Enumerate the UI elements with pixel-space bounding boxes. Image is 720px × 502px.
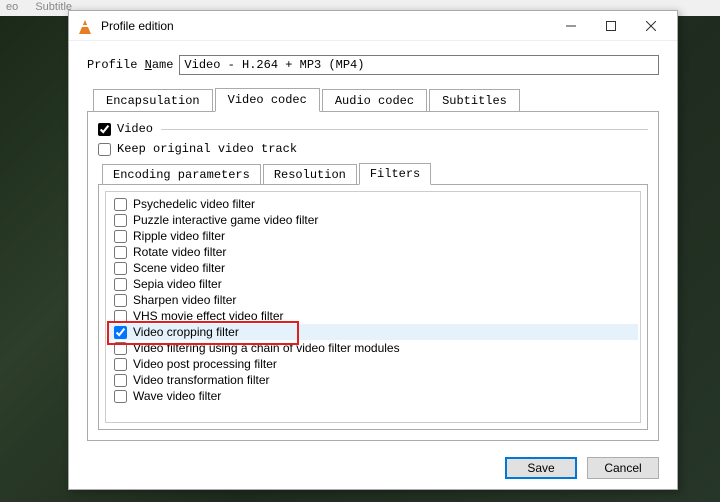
filter-item[interactable]: Wave video filter (108, 388, 638, 404)
titlebar[interactable]: Profile edition (69, 11, 677, 41)
filter-checkbox[interactable] (114, 310, 127, 323)
filter-checkbox[interactable] (114, 278, 127, 291)
filter-item[interactable]: Scene video filter (108, 260, 638, 276)
filter-checkbox[interactable] (114, 246, 127, 259)
tab-filters[interactable]: Filters (359, 163, 431, 185)
tab-resolution[interactable]: Resolution (263, 164, 357, 185)
tab-encapsulation[interactable]: Encapsulation (93, 89, 213, 112)
close-button[interactable] (631, 12, 671, 40)
filter-label: Video cropping filter (133, 325, 239, 339)
filter-checkbox[interactable] (114, 358, 127, 371)
filter-label: Wave video filter (133, 389, 221, 403)
filter-item[interactable]: Psychedelic video filter (108, 196, 638, 212)
tab-video-codec[interactable]: Video codec (215, 88, 320, 112)
profile-name-label: Profile Name (87, 58, 173, 72)
tab-encoding-parameters[interactable]: Encoding parameters (102, 164, 261, 185)
filter-checkbox[interactable] (114, 326, 127, 339)
bg-menu-item: Subtitle (35, 1, 72, 13)
filter-label: VHS movie effect video filter (133, 309, 284, 323)
filter-label: Sepia video filter (133, 277, 222, 291)
window-title: Profile edition (101, 19, 551, 33)
save-button[interactable]: Save (505, 457, 577, 479)
video-sub-tabs: Encoding parameters Resolution Filters (98, 162, 648, 184)
filter-label: Video filtering using a chain of video f… (133, 341, 400, 355)
filter-item[interactable]: Sharpen video filter (108, 292, 638, 308)
maximize-button[interactable] (591, 12, 631, 40)
filter-item[interactable]: Sepia video filter (108, 276, 638, 292)
tab-audio-codec[interactable]: Audio codec (322, 89, 427, 112)
profile-name-input[interactable] (179, 55, 659, 75)
filter-item[interactable]: Video post processing filter (108, 356, 638, 372)
filters-panel: Psychedelic video filter Puzzle interacti… (98, 184, 648, 430)
filter-label: Puzzle interactive game video filter (133, 213, 318, 227)
filter-label: Video post processing filter (133, 357, 277, 371)
filter-label: Psychedelic video filter (133, 197, 255, 211)
filter-label: Ripple video filter (133, 229, 225, 243)
filter-label: Scene video filter (133, 261, 225, 275)
filter-checkbox[interactable] (114, 294, 127, 307)
filter-item[interactable]: Ripple video filter (108, 228, 638, 244)
codec-tabs: Encapsulation Video codec Audio codec Su… (87, 87, 659, 111)
divider (161, 129, 648, 130)
filter-item[interactable]: Puzzle interactive game video filter (108, 212, 638, 228)
filters-list[interactable]: Psychedelic video filter Puzzle interacti… (105, 191, 641, 423)
filter-checkbox[interactable] (114, 390, 127, 403)
filter-checkbox[interactable] (114, 214, 127, 227)
filter-checkbox[interactable] (114, 342, 127, 355)
filter-checkbox[interactable] (114, 262, 127, 275)
keep-original-checkbox[interactable] (98, 143, 111, 156)
cancel-button[interactable]: Cancel (587, 457, 659, 479)
tab-subtitles[interactable]: Subtitles (429, 89, 520, 112)
bg-menu-item: eo (6, 1, 18, 13)
keep-original-label: Keep original video track (117, 142, 297, 156)
filter-label: Rotate video filter (133, 245, 226, 259)
minimize-button[interactable] (551, 12, 591, 40)
filter-item[interactable]: Video filtering using a chain of video f… (108, 340, 638, 356)
profile-edition-dialog: Profile edition Profile Name Encapsulati… (68, 10, 678, 490)
filter-checkbox[interactable] (114, 374, 127, 387)
filter-label: Video transformation filter (133, 373, 270, 387)
filter-item[interactable]: VHS movie effect video filter (108, 308, 638, 324)
filter-item[interactable]: Video transformation filter (108, 372, 638, 388)
filter-checkbox[interactable] (114, 230, 127, 243)
filter-item[interactable]: Rotate video filter (108, 244, 638, 260)
filter-checkbox[interactable] (114, 198, 127, 211)
filter-label: Sharpen video filter (133, 293, 236, 307)
video-codec-panel: Video Keep original video track Encoding… (87, 111, 659, 441)
filter-item[interactable]: Video cropping filter (108, 324, 638, 340)
video-label: Video (117, 122, 153, 136)
vlc-cone-icon (77, 18, 93, 34)
video-checkbox[interactable] (98, 123, 111, 136)
